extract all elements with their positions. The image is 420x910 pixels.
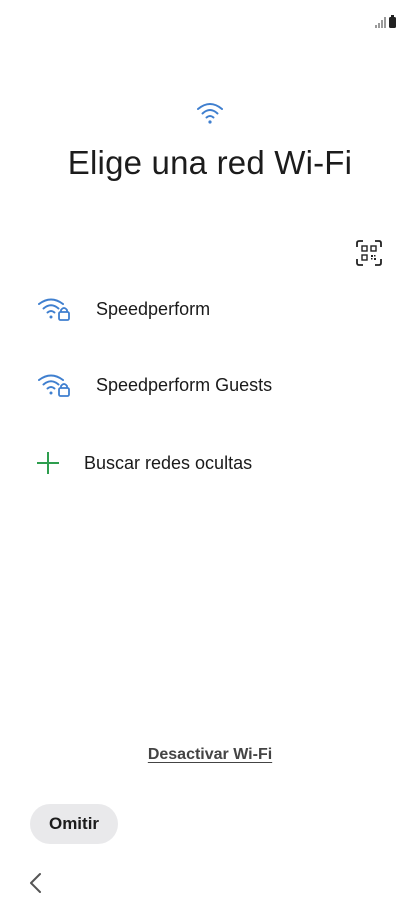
signal-icon xyxy=(375,16,386,28)
plus-icon xyxy=(37,452,59,474)
network-name: Speedperform xyxy=(96,298,211,319)
disable-wifi-link[interactable]: Desactivar Wi-Fi xyxy=(0,746,420,764)
wifi-lock-icon xyxy=(38,298,70,321)
search-hidden-networks-button[interactable]: Buscar redes ocultas xyxy=(0,428,420,498)
battery-icon xyxy=(389,15,396,28)
network-name: Speedperform Guests xyxy=(96,374,273,395)
qr-code-icon xyxy=(356,240,382,266)
skip-button[interactable]: Omitir xyxy=(30,804,118,844)
back-chevron-icon[interactable] xyxy=(26,870,46,896)
network-item-speedperform[interactable]: Speedperform xyxy=(0,274,420,344)
qr-scan-button[interactable] xyxy=(354,238,384,268)
status-bar xyxy=(375,14,396,28)
network-item-speedperform-guests[interactable]: Speedperform Guests xyxy=(0,350,420,420)
wifi-lock-icon xyxy=(38,374,70,397)
hidden-networks-label: Buscar redes ocultas xyxy=(84,452,253,473)
wifi-icon xyxy=(197,103,223,124)
page-title: Elige una red Wi-Fi xyxy=(67,144,353,181)
